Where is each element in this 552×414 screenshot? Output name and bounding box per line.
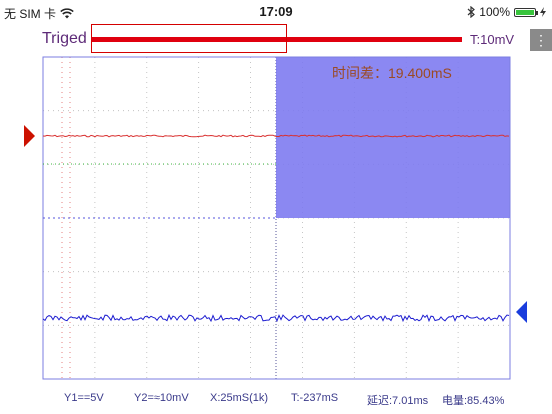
oscilloscope-display[interactable]: 时间差：19.400mS <box>0 0 552 380</box>
trigger-time-readout: T:-237mS <box>291 392 339 404</box>
power-readout: 电量:85.43% <box>442 395 505 407</box>
delay-readout: 延迟:7.01ms <box>367 395 429 407</box>
time-diff-label: 时间差：19.400mS <box>332 65 452 81</box>
channel-1-level-marker[interactable] <box>24 125 35 147</box>
y1-scale-readout: Y1==5V <box>64 392 104 404</box>
channel-2-level-marker[interactable] <box>516 301 527 323</box>
readout-bar: Y1==5V Y2=≈10mV X:25mS(1k) T:-237mS 延迟:7… <box>0 380 552 414</box>
x-scale-readout: X:25mS(1k) <box>210 392 269 404</box>
y2-scale-readout: Y2=≈10mV <box>134 392 189 404</box>
time-diff-region[interactable] <box>276 57 510 218</box>
